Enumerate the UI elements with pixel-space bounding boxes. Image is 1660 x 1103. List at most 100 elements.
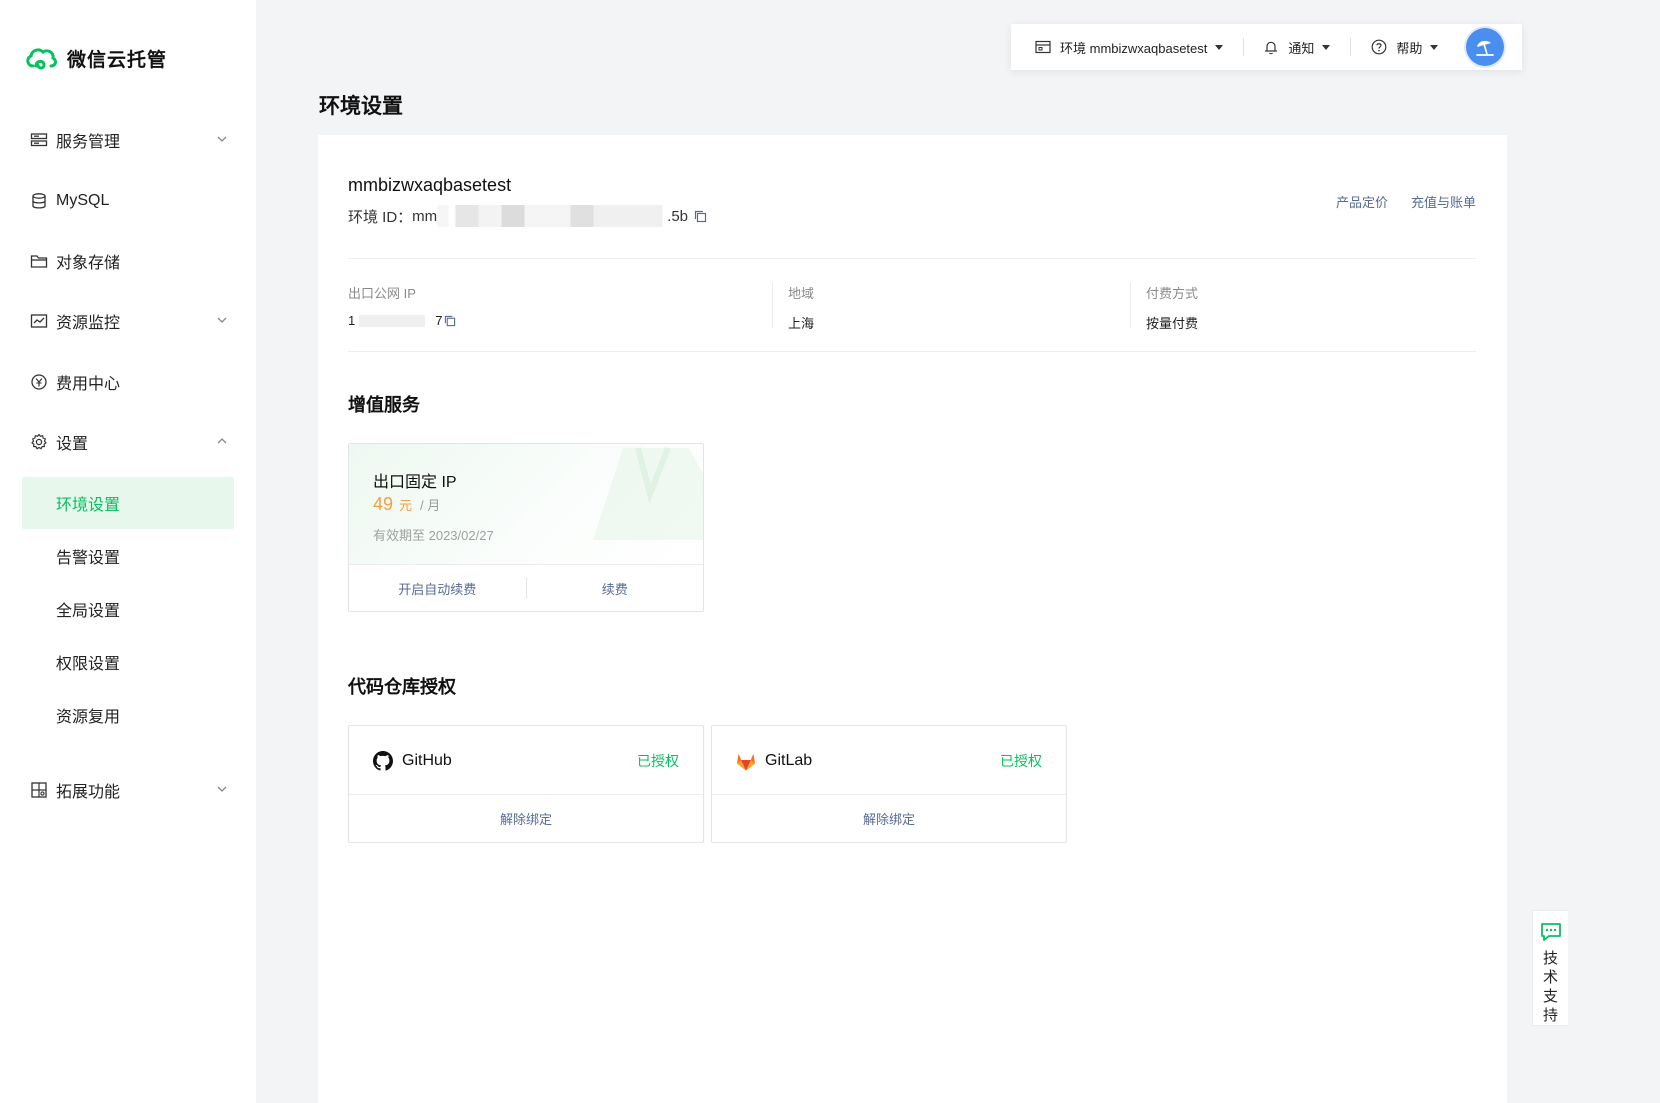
- sidebar-subitem-global-settings[interactable]: 全局设置: [22, 583, 234, 635]
- card-actions: 解除绑定: [349, 794, 703, 842]
- monitor-icon: [30, 312, 48, 330]
- info-label: 出口公网 IP: [348, 286, 416, 301]
- status-badge: 已授权: [637, 753, 679, 769]
- card-actions: 解除绑定: [712, 794, 1066, 842]
- sidebar-item-label: MySQL: [56, 192, 110, 209]
- info-value: 1 7: [348, 313, 456, 328]
- billing-mode-field: 付费方式 按量付费: [1146, 283, 1198, 332]
- sidebar-item-label: 服务管理: [56, 134, 121, 151]
- sidebar-subitem-permission-settings[interactable]: 权限设置: [22, 636, 234, 688]
- price-amount: 49: [373, 494, 394, 514]
- auto-renew-button[interactable]: 开启自动续费: [349, 579, 526, 598]
- sidebar-subitem-resource-reuse[interactable]: 资源复用: [22, 689, 234, 741]
- sidebar-item-settings[interactable]: 设置: [22, 417, 234, 467]
- puzzle-icon: [30, 781, 48, 799]
- ip-suffix: 7: [435, 313, 443, 328]
- chevron-up-icon: [217, 438, 227, 444]
- chat-icon: [1540, 923, 1561, 941]
- pricing-link[interactable]: 产品定价: [1336, 192, 1388, 211]
- repo-row: GitHub 已授权: [373, 750, 679, 772]
- sidebar-item-label: 设置: [56, 436, 89, 453]
- tech-support-label: 技术支持: [1542, 950, 1558, 1024]
- divider: [772, 282, 773, 328]
- section-title-value-added: 增值服务: [348, 395, 420, 415]
- env-selector[interactable]: 环境 mmbizwxaqbasetest: [1035, 24, 1224, 70]
- sidebar-item-label: 资源监控: [56, 315, 121, 332]
- env-id-prefix: mm: [412, 207, 438, 225]
- divider: [1243, 38, 1245, 56]
- caret-down-icon: [1430, 44, 1439, 50]
- notifications-label: 通知: [1288, 40, 1315, 56]
- caret-down-icon: [1215, 44, 1224, 50]
- sidebar-item-label: 对象存储: [56, 255, 121, 272]
- sidebar-item-extensions[interactable]: 拓展功能: [22, 765, 234, 815]
- info-value: 按量付费: [1146, 316, 1199, 331]
- redacted-block: [359, 314, 426, 327]
- recharge-billing-link[interactable]: 充值与账单: [1411, 192, 1476, 211]
- sidebar-subitem-env-settings[interactable]: 环境设置: [22, 477, 234, 529]
- tech-support-button[interactable]: 技术支持: [1532, 910, 1568, 1026]
- ip-prefix: 1: [348, 313, 356, 328]
- sidebar-item-billing-center[interactable]: 费用中心: [22, 357, 234, 407]
- sidebar-item-mysql[interactable]: MySQL: [22, 176, 234, 226]
- help-menu[interactable]: 帮助: [1371, 24, 1439, 70]
- repo-name: GitLab: [765, 752, 813, 769]
- sidebar-item-service-management[interactable]: 服务管理: [22, 115, 234, 165]
- card-title: 出口固定 IP: [373, 474, 457, 491]
- github-card: GitHub 已授权 解除绑定: [348, 725, 704, 843]
- copy-icon[interactable]: [444, 315, 456, 327]
- chevron-down-icon: [217, 786, 227, 792]
- price-unit: 元: [399, 498, 413, 513]
- server-icon: [30, 131, 48, 149]
- redacted-block: [437, 205, 668, 227]
- egress-ip-field: 出口公网 IP 1 7: [348, 283, 456, 328]
- notifications-menu[interactable]: 通知: [1264, 24, 1331, 70]
- card-actions: 开启自动续费 续费: [349, 564, 703, 611]
- env-id-suffix: .5b: [667, 207, 689, 225]
- github-icon: [373, 751, 393, 771]
- header-links: 产品定价 充值与账单: [1336, 192, 1476, 211]
- chevron-down-icon: [217, 136, 227, 142]
- brand-logo[interactable]: 微信云托管: [24, 42, 167, 74]
- repo-row: GitLab 已授权: [736, 750, 1042, 772]
- caret-down-icon: [1322, 44, 1331, 50]
- divider: [348, 258, 1476, 259]
- env-settings-panel: mmbizwxaqbasetest 环境 ID： mm .5b 产品定价 充值与…: [318, 135, 1507, 1103]
- info-label: 地域: [788, 286, 815, 301]
- sidebar-item-object-storage[interactable]: 对象存储: [22, 236, 234, 286]
- avatar[interactable]: [1466, 28, 1505, 66]
- brand-name: 微信云托管: [67, 49, 168, 71]
- yen-icon: [30, 373, 48, 391]
- divider: [1350, 38, 1352, 56]
- cloud-logo-icon: [26, 48, 57, 70]
- fixed-egress-ip-card: 出口固定 IP 49 元 / 月 有效期至 2023/02/27 开启自动续费 …: [348, 443, 704, 612]
- region-field: 地域 上海: [788, 283, 814, 332]
- beach-umbrella-icon: [1476, 40, 1495, 56]
- repo-name: GitHub: [402, 752, 452, 769]
- info-label: 付费方式: [1146, 286, 1199, 301]
- sidebar-item-resource-monitor[interactable]: 资源监控: [22, 296, 234, 346]
- sidebar: 微信云托管 服务管理 MySQL 对象存储 资源监控 费用中心 设置 环境设置 …: [0, 0, 256, 1103]
- bell-icon: [1265, 41, 1278, 54]
- env-selector-label: 环境 mmbizwxaqbasetest: [1060, 40, 1208, 56]
- env-id-label: 环境 ID：: [348, 208, 413, 226]
- unbind-gitlab-button[interactable]: 解除绑定: [712, 809, 1066, 828]
- envelope-watermark-icon: [593, 446, 703, 540]
- sidebar-item-label: 拓展功能: [56, 784, 121, 801]
- page-title: 环境设置: [319, 95, 403, 118]
- unbind-github-button[interactable]: 解除绑定: [349, 809, 703, 828]
- top-bar: 环境 mmbizwxaqbasetest 通知 帮助: [1011, 24, 1522, 70]
- divider: [1130, 282, 1131, 328]
- gitlab-card: GitLab 已授权 解除绑定: [711, 725, 1067, 843]
- sidebar-subitem-alert-settings[interactable]: 告警设置: [22, 530, 234, 582]
- sidebar-item-label: 费用中心: [56, 376, 121, 393]
- env-id-row: 环境 ID： mm .5b: [348, 205, 707, 227]
- help-label: 帮助: [1396, 40, 1423, 56]
- status-badge: 已授权: [1000, 753, 1042, 769]
- expiry-date: 有效期至 2023/02/27: [373, 528, 494, 543]
- help-icon: [1372, 39, 1387, 55]
- copy-icon[interactable]: [694, 210, 707, 223]
- section-title-repo-auth: 代码仓库授权: [348, 677, 456, 697]
- price-period: / 月: [420, 498, 441, 513]
- renew-button[interactable]: 续费: [527, 579, 704, 598]
